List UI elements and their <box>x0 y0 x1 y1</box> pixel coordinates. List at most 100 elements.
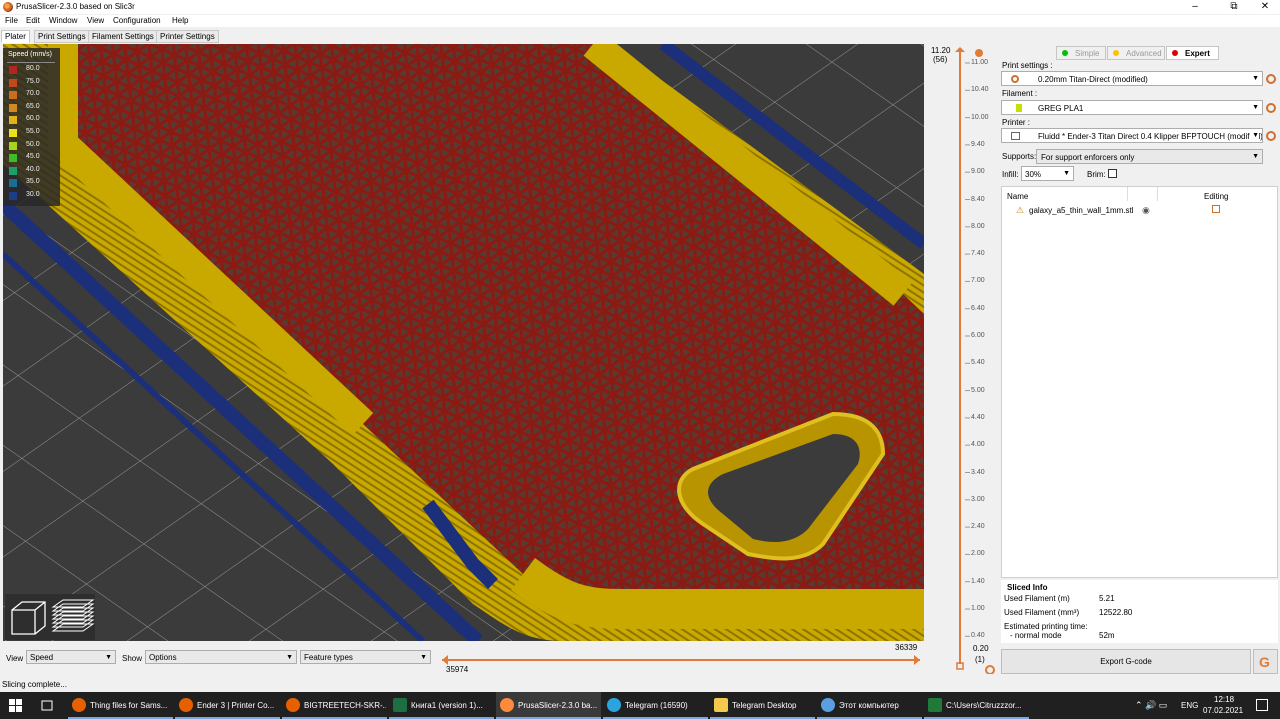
sliced-info-panel: Sliced Info Used Filament (m) 5.21 Used … <box>1001 580 1278 643</box>
taskbar-app-label: Telegram (16590) <box>625 701 688 710</box>
taskbar-app-button[interactable]: Telegram Desktop <box>710 692 815 719</box>
close-button[interactable]: ✕ <box>1248 0 1280 14</box>
layer-tick-label: 5.00 <box>971 386 985 394</box>
infill-combo[interactable]: 30% ▼ <box>1021 166 1074 181</box>
taskbar-app-label: PrusaSlicer-2.3.0 ba... <box>518 701 598 710</box>
menu-edit[interactable]: Edit <box>26 16 40 25</box>
normal-mode-label: - normal mode <box>1010 631 1062 640</box>
object-list: Name Editing ⚠ galaxy_a5_thin_wall_1mm.s… <box>1001 186 1278 578</box>
3d-view-icon[interactable] <box>5 594 95 640</box>
3d-preview-viewport[interactable] <box>3 44 924 641</box>
clock-time[interactable]: 12:18 <box>1214 695 1234 704</box>
menu-configuration[interactable]: Configuration <box>113 16 161 25</box>
brim-checkbox[interactable] <box>1108 169 1117 178</box>
print-settings-label: Print settings : <box>1002 61 1053 70</box>
chevron-down-icon: ▼ <box>420 654 427 661</box>
print-settings-edit-icon[interactable] <box>1266 74 1276 84</box>
legend-row: 45.0 <box>9 153 59 163</box>
show-options-select[interactable]: Options ▼ <box>145 650 297 664</box>
clock-date[interactable]: 07.02.2021 <box>1203 706 1243 715</box>
taskbar-app-button[interactable]: Telegram (16590) <box>603 692 708 719</box>
sliced-info-title: Sliced Info <box>1007 583 1048 592</box>
print-settings-combo[interactable]: 0.20mm Titan-Direct (modified) ▼ <box>1001 71 1263 86</box>
notifications-icon[interactable] <box>1256 699 1268 711</box>
menu-bar: File Edit Window View Configuration Help <box>0 15 1280 27</box>
menu-view[interactable]: View <box>87 16 104 25</box>
supports-label: Supports: <box>1002 152 1037 161</box>
view-type-select[interactable]: Speed ▼ <box>26 650 116 664</box>
status-bar: Slicing complete... <box>2 680 67 689</box>
window-title: PrusaSlicer-2.3.0 based on Slic3r <box>16 2 135 11</box>
taskbar-app-button[interactable]: Книга1 (version 1)... <box>389 692 494 719</box>
object-name: galaxy_a5_thin_wall_1mm.stl <box>1029 206 1134 215</box>
taskbar-app-button[interactable]: PrusaSlicer-2.3.0 ba... <box>496 692 601 719</box>
legend-row: 35.0 <box>9 178 59 188</box>
menu-file[interactable]: File <box>5 16 18 25</box>
menu-window[interactable]: Window <box>49 16 77 25</box>
prusaslicer-window: { "window": { "title": "PrusaSlicer-2.3.… <box>0 0 1280 719</box>
folder-icon <box>714 698 728 712</box>
filament-edit-icon[interactable] <box>1266 103 1276 113</box>
layer-tick-label: 7.40 <box>971 250 985 258</box>
taskbar-app-button[interactable]: Thing files for Sams... <box>68 692 173 719</box>
send-to-printer-button[interactable]: G <box>1253 649 1278 674</box>
task-view-icon[interactable] <box>40 700 54 712</box>
menu-help[interactable]: Help <box>172 16 188 25</box>
eye-icon[interactable]: ◉ <box>1142 205 1150 216</box>
chevron-down-icon: ▼ <box>1250 75 1259 82</box>
language-indicator[interactable]: ENG <box>1181 701 1198 710</box>
view-toggle-buttons <box>5 594 95 640</box>
used-filament-m-label: Used Filament (m) <box>1004 594 1070 603</box>
hslider-left-thumb <box>442 655 448 665</box>
layer-tick-label: 5.40 <box>971 359 985 367</box>
legend-value: 65.0 <box>26 102 40 110</box>
edit-object-icon[interactable] <box>1212 205 1220 213</box>
feature-types-select[interactable]: Feature types ▼ <box>300 650 431 664</box>
mode-simple-button[interactable]: Simple <box>1056 46 1106 60</box>
maximize-button[interactable]: ⧉ <box>1217 0 1251 14</box>
layer-tick-label: 0.40 <box>971 632 985 640</box>
legend-value: 40.0 <box>26 165 40 173</box>
layer-tick-label: 1.40 <box>971 577 985 585</box>
layer-tick-label: 8.40 <box>971 195 985 203</box>
legend-row: 60.0 <box>9 115 59 125</box>
horizontal-move-slider[interactable] <box>436 651 926 671</box>
slider-top-height: 11.20 <box>931 46 951 55</box>
mode-advanced-button[interactable]: Advanced <box>1107 46 1165 60</box>
slider-top-layer: (56) <box>933 55 948 64</box>
tab-printer-settings[interactable]: Printer Settings <box>156 30 219 43</box>
estimated-time-label: Estimated printing time: <box>1004 622 1088 631</box>
hslider-right-thumb <box>914 655 920 665</box>
tab-filament-settings[interactable]: Filament Settings <box>88 30 158 43</box>
legend-value: 50.0 <box>26 140 40 148</box>
mode-expert-button[interactable]: Expert <box>1166 46 1219 60</box>
taskbar-app-button[interactable]: C:\Users\Citruzzzor... <box>924 692 1029 719</box>
object-row[interactable]: ⚠ galaxy_a5_thin_wall_1mm.stl ◉ <box>1002 203 1277 217</box>
printer-combo[interactable]: Fluidd * Ender-3 Titan Direct 0.4 Klippe… <box>1001 128 1263 143</box>
taskbar-app-button[interactable]: BIGTREETECH-SKR-... <box>282 692 387 719</box>
prusaslicer-icon <box>500 698 514 712</box>
minimize-button[interactable]: – <box>1178 0 1212 14</box>
filament-color-swatch <box>1016 104 1022 112</box>
taskbar-app-label: BIGTREETECH-SKR-... <box>304 701 386 710</box>
mode-dot-icon <box>1172 50 1178 56</box>
taskbar-app-button[interactable]: Ender 3 | Printer Co... <box>175 692 280 719</box>
windows-start-icon[interactable] <box>9 699 22 712</box>
layer-tick-label: 4.00 <box>971 441 985 449</box>
tab-plater[interactable]: Plater <box>1 30 30 43</box>
column-divider <box>1157 187 1158 201</box>
taskbar-app-button[interactable]: Этот компьютер <box>817 692 922 719</box>
filament-combo[interactable]: GREG PLA1 ▼ <box>1001 100 1263 115</box>
tab-print-settings[interactable]: Print Settings <box>34 30 90 43</box>
system-tray-icons[interactable]: ⌃ 🔊 ▭ <box>1135 700 1167 711</box>
export-gcode-button[interactable]: Export G-code <box>1001 649 1251 674</box>
legend-row: 65.0 <box>9 103 59 113</box>
chevron-down-icon: ▼ <box>1250 153 1259 160</box>
supports-combo[interactable]: For support enforcers only ▼ <box>1036 149 1263 164</box>
layer-slider[interactable]: 11.20 (56) 0.20 (1) 11.00 10.40 10.00 9.40 9… <box>925 44 1000 675</box>
column-header-name: Name <box>1007 192 1029 201</box>
layer-tick-label: 4.40 <box>971 413 985 421</box>
taskbar-app-label: Этот компьютер <box>839 701 899 710</box>
printer-edit-icon[interactable] <box>1266 131 1276 141</box>
legend-swatch <box>9 166 17 175</box>
